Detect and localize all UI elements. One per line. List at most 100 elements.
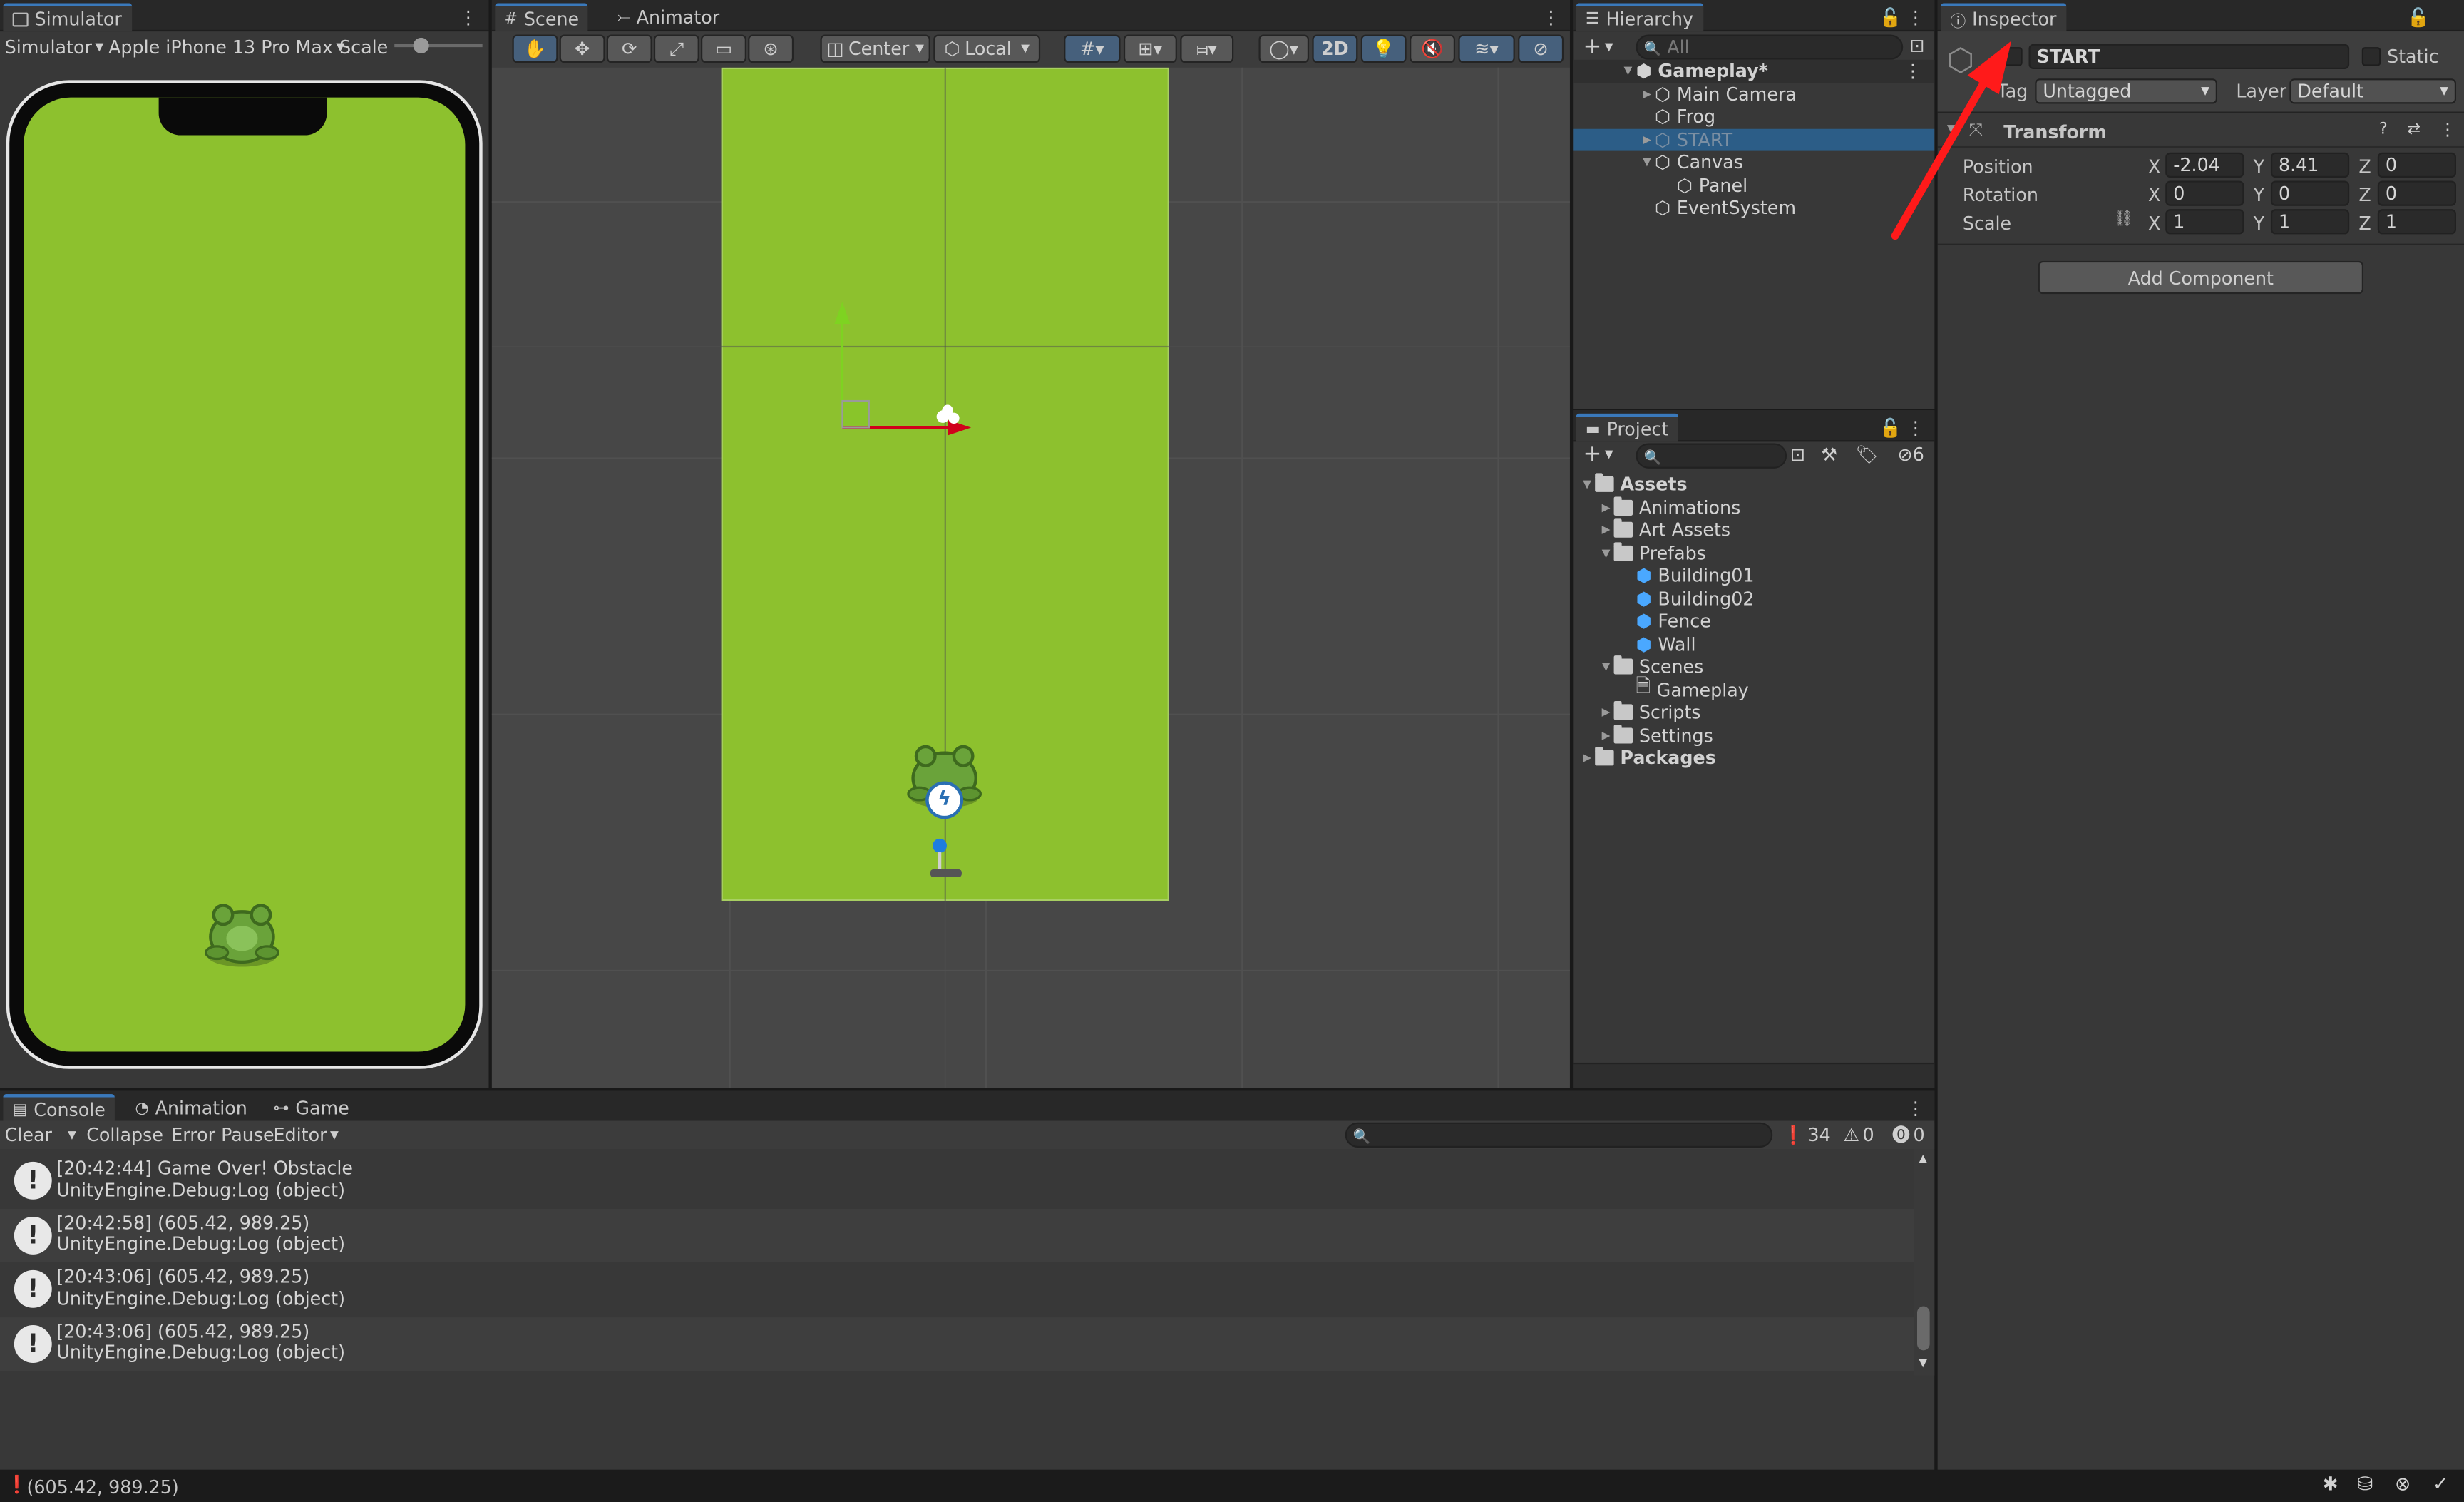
expand-arrow-icon[interactable]: ▶ <box>1639 133 1655 146</box>
scale-slider-handle[interactable] <box>413 37 429 53</box>
tab-animator[interactable]: ⤚ Animator <box>608 3 729 31</box>
device-screen[interactable] <box>24 97 466 1052</box>
project-search-input[interactable]: 🔍 <box>1636 443 1787 469</box>
expand-arrow-icon[interactable]: ▼ <box>1639 156 1655 169</box>
project-item-scenes[interactable]: ▼ Scenes <box>1573 655 1934 678</box>
project-item-wall[interactable]: ⬢ Wall <box>1573 633 1934 655</box>
expand-arrow-icon[interactable]: ▶ <box>1598 501 1614 514</box>
expand-arrow-icon[interactable]: ▶ <box>1598 706 1614 719</box>
tab-simulator[interactable]: Simulator <box>3 3 132 32</box>
network-icon[interactable]: ⊗ <box>2395 1473 2411 1495</box>
expand-arrow-icon[interactable]: ▼ <box>1598 660 1614 673</box>
project-item-settings[interactable]: ▶ Settings <box>1573 724 1934 747</box>
chevron-down-icon[interactable]: ▼ <box>68 1129 76 1142</box>
editor-dropdown[interactable]: Editor ▼ <box>274 1121 339 1150</box>
tab-hierarchy[interactable]: ☰ Hierarchy <box>1576 3 1703 32</box>
project-item-building02[interactable]: ⬢ Building02 <box>1573 587 1934 610</box>
device-dropdown[interactable]: Apple iPhone 13 Pro Max ▼ <box>108 33 344 61</box>
hierarchy-search-input[interactable]: 🔍 All <box>1636 34 1904 60</box>
layer-dropdown[interactable]: Default ▼ <box>2289 78 2457 104</box>
rotate-tool-button[interactable]: ⟳ <box>606 34 652 63</box>
mode-2d-button[interactable]: 2D <box>1312 34 1358 63</box>
kebab-menu-icon[interactable]: ⋮ <box>1906 414 1925 442</box>
grid-visibility-button[interactable]: ⊞▾ <box>1123 34 1177 63</box>
search-by-type-icon[interactable]: ⊡ <box>1787 440 1809 469</box>
lock-icon[interactable]: 🔓 <box>1879 3 1902 31</box>
hierarchy-item-frog[interactable]: ⬡ Frog <box>1573 106 1934 128</box>
scroll-down-icon[interactable]: ▼ <box>1919 1357 1927 1369</box>
tag-icon[interactable]: 🏷 <box>1855 440 1878 469</box>
log-count-toggle[interactable]: ❗ 34 <box>1782 1121 1830 1150</box>
expand-arrow-icon[interactable]: ▼ <box>1579 479 1595 491</box>
project-item-fence[interactable]: ⬢ Fence <box>1573 610 1934 633</box>
hierarchy-item-gameplay[interactable]: ▼ ⬢ Gameplay* ⋮ <box>1573 59 1935 83</box>
bug-icon[interactable]: ✱ <box>2323 1473 2339 1495</box>
hierarchy-item-start[interactable]: ▶ ⬡ START <box>1573 128 1935 151</box>
hierarchy-item-canvas[interactable]: ▼ ⬡ Canvas <box>1573 151 1934 174</box>
hierarchy-item-eventsystem[interactable]: ⬡ EventSystem <box>1573 197 1934 220</box>
expand-arrow-icon[interactable]: ▶ <box>1598 729 1614 742</box>
console-scrollbar[interactable]: ▲ ▼ <box>1914 1149 1935 1376</box>
scale-tool-button[interactable]: ⤢ <box>653 34 699 63</box>
move-gizmo[interactable] <box>822 295 979 444</box>
log-entry[interactable]: ! [20:42:58] (605.42, 989.25) UnityEngine… <box>0 1207 1914 1262</box>
tag-dropdown[interactable]: Untagged ▼ <box>2035 78 2217 104</box>
link-icon[interactable]: ⛓ <box>2114 210 2134 228</box>
lock-icon[interactable]: 🔓 <box>1879 414 1902 442</box>
project-item-assets[interactable]: ▼ Assets <box>1573 473 1934 496</box>
warning-count-toggle[interactable]: ⚠ 0 <box>1843 1121 1874 1150</box>
project-item-scripts[interactable]: ▶ Scripts <box>1573 701 1934 724</box>
kebab-menu-icon[interactable]: ⋮ <box>2439 120 2456 141</box>
hidden-packages-toggle[interactable]: ⊘ 6 <box>1891 440 1931 469</box>
simulator-mode-dropdown[interactable]: Simulator ▼ <box>5 33 104 61</box>
expand-arrow-icon[interactable]: ▼ <box>1598 546 1614 559</box>
project-item-packages[interactable]: ▶ Packages <box>1573 747 1934 770</box>
scale-slider[interactable] <box>394 37 483 53</box>
project-item-art-assets[interactable]: ▶ Art Assets <box>1573 518 1934 541</box>
log-entry[interactable]: ! [20:43:06] (605.42, 989.25) UnityEngine… <box>0 1262 1914 1316</box>
tab-scene[interactable]: # Scene <box>495 3 589 32</box>
check-circle-icon[interactable]: ✓ <box>2433 1473 2448 1495</box>
tab-inspector[interactable]: ⓘ Inspector <box>1941 3 2066 32</box>
gameobject-name-field[interactable]: START <box>2028 44 2350 69</box>
lighting-toggle-icon[interactable]: 💡 <box>1360 34 1407 63</box>
scale-y-field[interactable]: 1 <box>2270 209 2350 235</box>
grid-snap-button[interactable]: #▾ <box>1064 34 1121 63</box>
lock-icon[interactable]: 🔓 <box>2407 3 2430 31</box>
project-item-prefabs[interactable]: ▼ Prefabs <box>1573 541 1934 564</box>
project-item-gameplay-scene[interactable]: 🗎 Gameplay <box>1573 675 1934 701</box>
scroll-up-icon[interactable]: ▲ <box>1919 1153 1927 1165</box>
tab-animation[interactable]: ◔ Animation <box>125 1094 257 1123</box>
expand-arrow-icon[interactable]: ▶ <box>1579 752 1595 765</box>
clear-button[interactable]: Clear ▼ <box>5 1121 76 1150</box>
tab-game[interactable]: ⊶ Game <box>264 1094 359 1123</box>
error-pause-button[interactable]: Error Pause <box>171 1121 274 1150</box>
expand-arrow-icon[interactable]: ▶ <box>1598 524 1614 537</box>
tab-project[interactable]: ▬ Project <box>1576 413 1678 442</box>
preset-icon[interactable]: ⇄ <box>2408 121 2421 138</box>
hand-tool-button[interactable]: ✋ <box>512 34 558 63</box>
scale-z-field[interactable]: 1 <box>2377 209 2457 235</box>
audio-toggle-icon[interactable]: 🔇 <box>1410 34 1455 63</box>
collapse-button[interactable]: Collapse <box>86 1121 163 1150</box>
project-item-animations[interactable]: ▶ Animations <box>1573 496 1934 518</box>
static-checkbox[interactable] <box>2361 47 2381 66</box>
kebab-menu-icon[interactable]: ⋮ <box>1541 3 1560 31</box>
space-local-dropdown[interactable]: ⬡ Local ▼ <box>933 34 1041 63</box>
project-create-dropdown[interactable]: + ▼ <box>1579 440 1617 469</box>
expand-arrow-icon[interactable]: ▶ <box>1639 88 1655 101</box>
rect-tool-button[interactable]: ▭ <box>701 34 746 63</box>
position-x-field[interactable]: -2.04 <box>2165 152 2244 178</box>
scale-x-field[interactable]: 1 <box>2165 209 2244 235</box>
rotation-x-field[interactable]: 0 <box>2165 180 2244 206</box>
project-item-building01[interactable]: ⬢ Building01 <box>1573 564 1934 587</box>
log-entry[interactable]: ! [20:42:44] Game Over! Obstacle UnityEng… <box>0 1153 1914 1207</box>
position-z-field[interactable]: 0 <box>2377 152 2457 178</box>
expand-arrow-icon[interactable]: ▼ <box>1620 65 1636 78</box>
effects-dropdown-icon[interactable]: ≋▾ <box>1458 34 1515 63</box>
console-search-input[interactable]: 🔍 <box>1345 1122 1773 1148</box>
error-count-toggle[interactable]: ⓿0 <box>1892 1121 1925 1150</box>
rotation-y-field[interactable]: 0 <box>2270 180 2350 206</box>
scene-visibility-icon[interactable]: ⊘ <box>1518 34 1564 63</box>
kebab-menu-icon[interactable]: ⋮ <box>1906 1094 1925 1123</box>
